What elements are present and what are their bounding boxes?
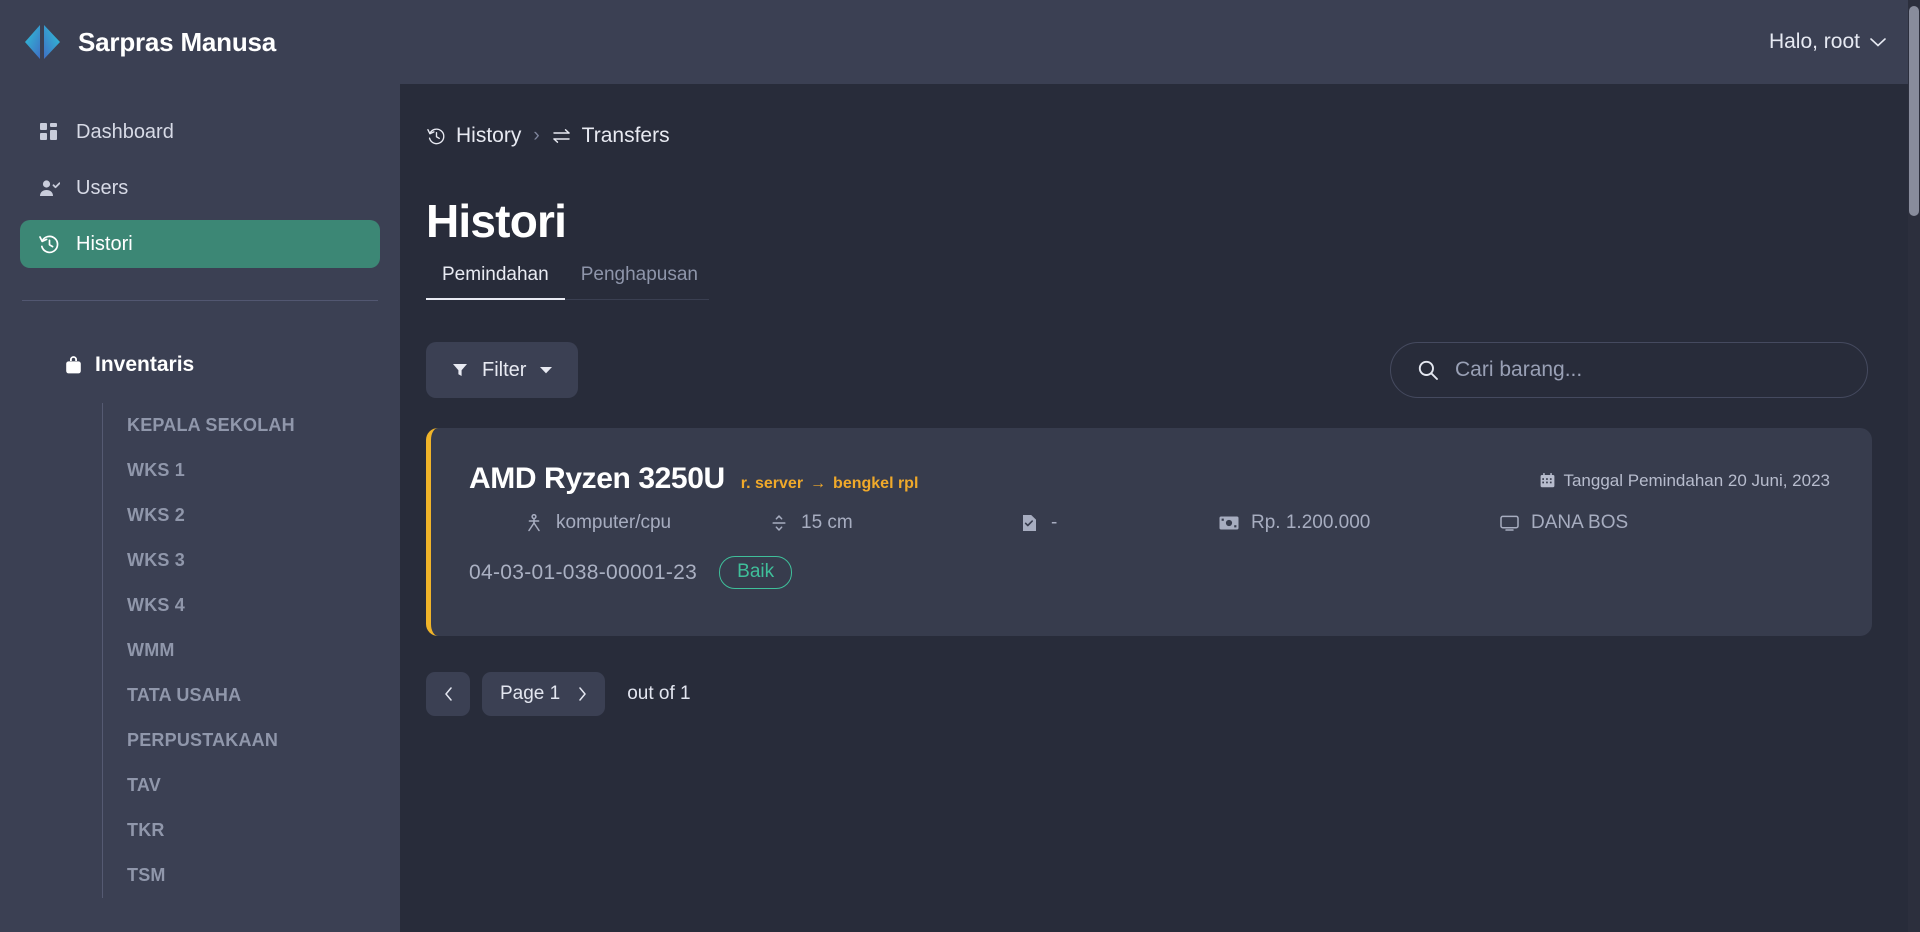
bag-icon	[64, 355, 83, 375]
pagination-page-label: Page 1	[500, 683, 561, 704]
page-title: Histori	[426, 195, 567, 247]
history-record-card[interactable]: AMD Ryzen 3250U r. server → bengkel rpl	[426, 428, 1872, 636]
document-check-icon	[1019, 513, 1039, 533]
card-meta-row: komputer/cpu 15 cm - Rp. 1.200.000 DANA …	[469, 512, 1830, 534]
chevron-right-icon	[578, 687, 587, 701]
breadcrumb: History › Transfers	[426, 116, 1872, 156]
meta-size-label: 15 cm	[801, 512, 853, 533]
sidebar-subitem-tav[interactable]: TAV	[127, 763, 380, 808]
user-menu[interactable]: Halo, root	[1769, 30, 1886, 54]
app-window: Sarpras Manusa Halo, root Dashboard User…	[0, 0, 1920, 932]
sidebar-group-inventaris[interactable]: Inventaris	[20, 345, 380, 385]
history-clock-icon	[38, 233, 60, 255]
user-greeting-label: Halo, root	[1768, 30, 1860, 53]
sidebar-item-label: Users	[76, 176, 129, 199]
search-input[interactable]	[1455, 358, 1841, 382]
sidebar: Dashboard Users Histori Inventaris KEPAL…	[0, 84, 400, 932]
meta-price: Rp. 1.200.000	[1219, 512, 1469, 534]
pagination-out-of-label: out of 1	[627, 683, 691, 704]
sidebar-subitem-tkr[interactable]: TKR	[127, 808, 380, 853]
card-title-wrap: AMD Ryzen 3250U r. server → bengkel rpl	[469, 462, 918, 496]
sidebar-subitem-wks-1[interactable]: WKS 1	[127, 448, 380, 493]
meta-fund-source-label: DANA BOS	[1531, 512, 1629, 533]
sidebar-subitem-wks-4[interactable]: WKS 4	[127, 583, 380, 628]
pagination: Page 1 out of 1	[426, 672, 1872, 716]
pagination-prev-button[interactable]	[426, 672, 470, 716]
meta-document: -	[1019, 512, 1219, 534]
history-clock-icon	[426, 126, 446, 146]
user-check-icon	[38, 177, 60, 199]
sidebar-item-label: Dashboard	[76, 120, 174, 143]
toolbar: Filter	[426, 342, 1872, 398]
funnel-icon	[452, 362, 468, 378]
transfer-arrow-icon: →	[810, 475, 827, 492]
brand[interactable]: Sarpras Manusa	[22, 21, 276, 63]
main-content: History › Transfers Histori Pemindahan P…	[400, 84, 1920, 932]
sidebar-subitem-wks-2[interactable]: WKS 2	[127, 493, 380, 538]
sidebar-subitem-perpustakaan[interactable]: PERPUSTAKAAN	[127, 718, 380, 763]
dashboard-grid-icon	[38, 121, 60, 143]
sidebar-divider	[22, 300, 378, 301]
brand-name: Sarpras Manusa	[78, 26, 277, 57]
monitor-icon	[1499, 513, 1519, 533]
transfer-to: bengkel rpl	[833, 475, 919, 492]
transfer-from: r. server	[740, 475, 804, 492]
tab-pemindahan[interactable]: Pemindahan	[426, 258, 565, 300]
sidebar-subitem-tata-usaha[interactable]: TATA USAHA	[127, 673, 380, 718]
tab-penghapusan[interactable]: Penghapusan	[565, 258, 714, 300]
calendar-icon	[1540, 473, 1555, 488]
top-bar: Sarpras Manusa Halo, root	[0, 0, 1920, 84]
breadcrumb-separator: ›	[533, 125, 540, 146]
resize-icon	[769, 513, 789, 533]
sidebar-item-users[interactable]: Users	[20, 164, 380, 212]
scrollbar-thumb[interactable]	[1909, 6, 1919, 216]
transfer-date: Tanggal Pemindahan 20 Juni, 2023	[1540, 471, 1830, 491]
breadcrumb-label: Transfers	[581, 124, 670, 147]
sidebar-subitem-tsm[interactable]: TSM	[127, 853, 380, 898]
body-shell: Dashboard Users Histori Inventaris KEPAL…	[0, 84, 1920, 932]
filter-label: Filter	[482, 358, 527, 381]
meta-size: 15 cm	[769, 512, 1019, 534]
chevron-left-icon	[444, 687, 453, 701]
sidebar-item-dashboard[interactable]: Dashboard	[20, 108, 380, 156]
sidebar-subitem-kepala-sekolah[interactable]: KEPALA SEKOLAH	[127, 403, 380, 448]
search-icon	[1417, 359, 1439, 381]
sidebar-group-list: KEPALA SEKOLAH WKS 1 WKS 2 WKS 3 WKS 4 W…	[102, 403, 380, 898]
meta-category-label: komputer/cpu	[556, 512, 672, 533]
transfer-arrows-icon	[552, 126, 572, 146]
card-header: AMD Ryzen 3250U r. server → bengkel rpl	[469, 462, 1830, 496]
tab-bar: Pemindahan Penghapusan	[426, 258, 709, 300]
sidebar-subitem-wks-3[interactable]: WKS 3	[127, 538, 380, 583]
breadcrumb-item-transfers[interactable]: Transfers	[552, 124, 670, 148]
sidebar-item-label: Histori	[76, 232, 133, 255]
breadcrumb-item-history[interactable]: History	[426, 124, 521, 148]
item-serial-number: 04-03-01-038-00001-23	[469, 560, 698, 584]
window-scrollbar[interactable]	[1908, 0, 1920, 932]
money-icon	[1219, 513, 1239, 533]
meta-category: komputer/cpu	[469, 512, 769, 534]
transfer-date-label: Tanggal Pemindahan 20 Juni, 2023	[1563, 470, 1830, 490]
category-icon	[524, 513, 544, 533]
sidebar-group-label: Inventaris	[95, 353, 195, 376]
sidebar-subitem-wmm[interactable]: WMM	[127, 628, 380, 673]
sidebar-item-histori[interactable]: Histori	[20, 220, 380, 268]
item-title: AMD Ryzen 3250U	[469, 462, 725, 495]
search-box[interactable]	[1390, 342, 1868, 398]
transfer-path: r. server → bengkel rpl	[741, 475, 919, 493]
caret-down-icon	[540, 366, 553, 374]
meta-document-label: -	[1051, 512, 1058, 533]
meta-price-label: Rp. 1.200.000	[1251, 512, 1371, 533]
chevron-down-icon	[1870, 37, 1886, 47]
filter-button[interactable]: Filter	[426, 342, 579, 398]
meta-fund-source: DANA BOS	[1469, 512, 1830, 534]
pagination-page-button[interactable]: Page 1	[482, 672, 606, 716]
card-footer: 04-03-01-038-00001-23 Baik	[469, 556, 1830, 589]
breadcrumb-label: History	[456, 124, 522, 147]
status-badge: Baik	[719, 556, 793, 589]
code-brackets-logo-icon	[22, 21, 64, 63]
